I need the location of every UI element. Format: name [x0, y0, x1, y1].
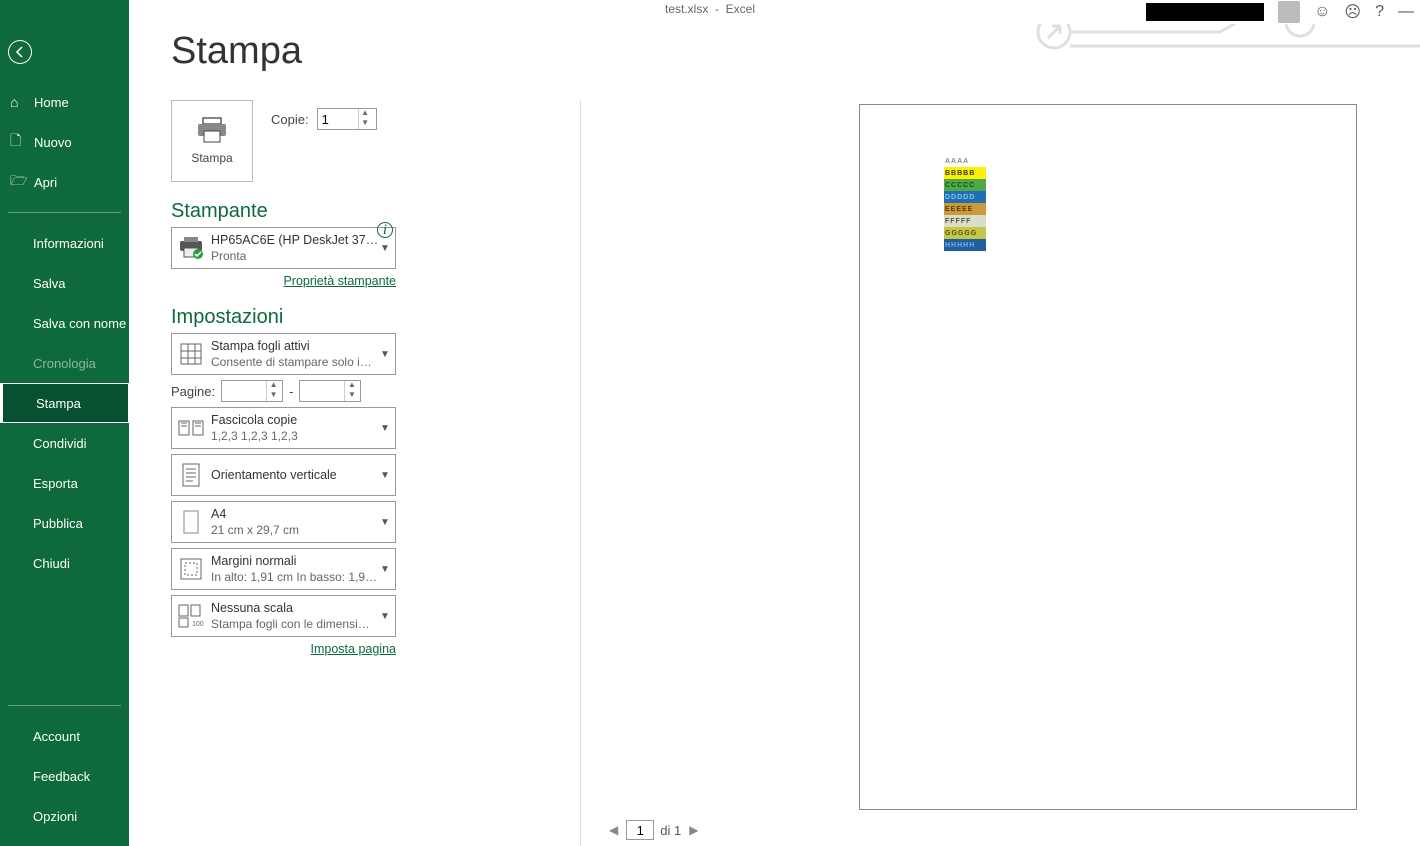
margins-select[interactable]: Margini normaliIn alto: 1,91 cm In basso…	[171, 548, 396, 590]
copies-input[interactable]	[318, 112, 358, 127]
collate-select[interactable]: Fascicola copie1,2,3 1,2,3 1,2,3 ▼	[171, 407, 396, 449]
home-icon: ⌂	[10, 94, 28, 110]
page-setup-link[interactable]: Imposta pagina	[171, 642, 396, 656]
portrait-icon	[177, 461, 205, 489]
preview-row: CCCCC	[944, 179, 986, 191]
printer-select[interactable]: HP65AC6E (HP DeskJet 3700…Pronta ▼	[171, 227, 396, 269]
printer-properties-link[interactable]: Proprietà stampante	[171, 274, 396, 288]
title-bar: test.xlsx - Excel ☺ ☹ ? —	[0, 0, 1420, 24]
chevron-down-icon: ▼	[380, 423, 390, 434]
page-count-label: di 1	[660, 823, 681, 838]
print-preview: AAAABBBBBCCCCCDDDDDEEEEEFFFFFGGGGGHHHHH	[607, 104, 1420, 814]
sidebar-item-share[interactable]: Condividi	[0, 423, 129, 463]
sidebar-item-account[interactable]: Account	[0, 716, 129, 756]
paper-size-select[interactable]: A421 cm x 29,7 cm ▼	[171, 501, 396, 543]
prev-page-button[interactable]: ◀	[607, 823, 620, 837]
page-to-stepper[interactable]: ▲▼	[299, 380, 361, 402]
paper-icon	[177, 508, 205, 536]
next-page-button[interactable]: ▶	[687, 823, 700, 837]
sheets-icon	[177, 340, 205, 368]
scaling-icon: 100	[177, 602, 205, 630]
sidebar-item-print[interactable]: Stampa	[0, 383, 129, 423]
chevron-down-icon: ▼	[380, 243, 390, 254]
feedback-sad-icon[interactable]: ☹	[1344, 2, 1361, 22]
print-button-label: Stampa	[191, 151, 232, 165]
chevron-down-icon: ▼	[380, 470, 390, 481]
preview-row: BBBBB	[944, 167, 986, 179]
scaling-select[interactable]: 100 Nessuna scalaStampa fogli con le dim…	[171, 595, 396, 637]
preview-page: AAAABBBBBCCCCCDDDDDEEEEEFFFFFGGGGGHHHHH	[859, 104, 1357, 810]
preview-row: HHHHH	[944, 239, 986, 251]
print-button[interactable]: Stampa	[171, 100, 253, 182]
sidebar-item-save[interactable]: Salva	[0, 263, 129, 303]
sidebar-item-history: Cronologia	[0, 343, 129, 383]
page-to-input[interactable]	[300, 384, 344, 399]
print-what-select[interactable]: Stampa fogli attiviConsente di stampare …	[171, 333, 396, 375]
sidebar-item-home[interactable]: ⌂Home	[0, 82, 129, 122]
chevron-down-icon: ▼	[380, 564, 390, 575]
copies-stepper[interactable]: ▲▼	[317, 108, 377, 130]
sidebar-item-options[interactable]: Opzioni	[0, 796, 129, 836]
svg-text:100: 100	[192, 621, 204, 628]
username-redacted	[1146, 3, 1264, 21]
feedback-happy-icon[interactable]: ☺	[1314, 3, 1330, 21]
preview-content: AAAABBBBBCCCCCDDDDDEEEEEFFFFFGGGGGHHHHH	[944, 155, 986, 251]
settings-section-title: Impostazioni	[171, 306, 431, 329]
preview-row: AAAA	[944, 155, 986, 167]
sidebar-item-save-as[interactable]: Salva con nome	[0, 303, 129, 343]
page-title: Stampa	[171, 30, 302, 73]
printer-status-icon	[177, 234, 205, 262]
printer-section-title: Stampante	[171, 200, 431, 223]
preview-row: GGGGG	[944, 227, 986, 239]
printer-icon	[196, 117, 228, 143]
orientation-select[interactable]: Orientamento verticale ▼	[171, 454, 396, 496]
preview-row: DDDDD	[944, 191, 986, 203]
window-title: test.xlsx - Excel	[665, 2, 755, 16]
collate-icon	[177, 414, 205, 442]
backstage-sidebar: ⌂Home 🗋Nuovo 🗁Apri Informazioni Salva Sa…	[0, 0, 129, 846]
copies-label: Copie:	[271, 112, 309, 127]
pages-label: Pagine:	[171, 384, 215, 399]
chevron-down-icon: ▼	[380, 611, 390, 622]
sidebar-item-new[interactable]: 🗋Nuovo	[0, 122, 129, 162]
sidebar-item-publish[interactable]: Pubblica	[0, 503, 129, 543]
sidebar-item-close[interactable]: Chiudi	[0, 543, 129, 583]
current-page-input[interactable]	[626, 820, 654, 840]
chevron-down-icon: ▼	[380, 349, 390, 360]
preview-row: FFFFF	[944, 215, 986, 227]
copies-down[interactable]: ▼	[359, 119, 372, 129]
chevron-down-icon: ▼	[380, 517, 390, 528]
new-icon: 🗋	[10, 130, 28, 154]
open-icon: 🗁	[10, 170, 28, 194]
minimize-icon[interactable]: —	[1398, 3, 1414, 21]
preview-row: EEEEE	[944, 203, 986, 215]
help-icon[interactable]: ?	[1375, 3, 1384, 21]
sidebar-item-info[interactable]: Informazioni	[0, 223, 129, 263]
sidebar-item-open[interactable]: 🗁Apri	[0, 162, 129, 202]
sidebar-item-export[interactable]: Esporta	[0, 463, 129, 503]
avatar[interactable]	[1278, 1, 1300, 23]
panel-divider	[580, 100, 581, 846]
back-button[interactable]	[8, 40, 32, 64]
margins-icon	[177, 555, 205, 583]
info-icon[interactable]: i	[377, 222, 393, 238]
sidebar-item-feedback[interactable]: Feedback	[0, 756, 129, 796]
page-from-input[interactable]	[222, 384, 266, 399]
page-from-stepper[interactable]: ▲▼	[221, 380, 283, 402]
